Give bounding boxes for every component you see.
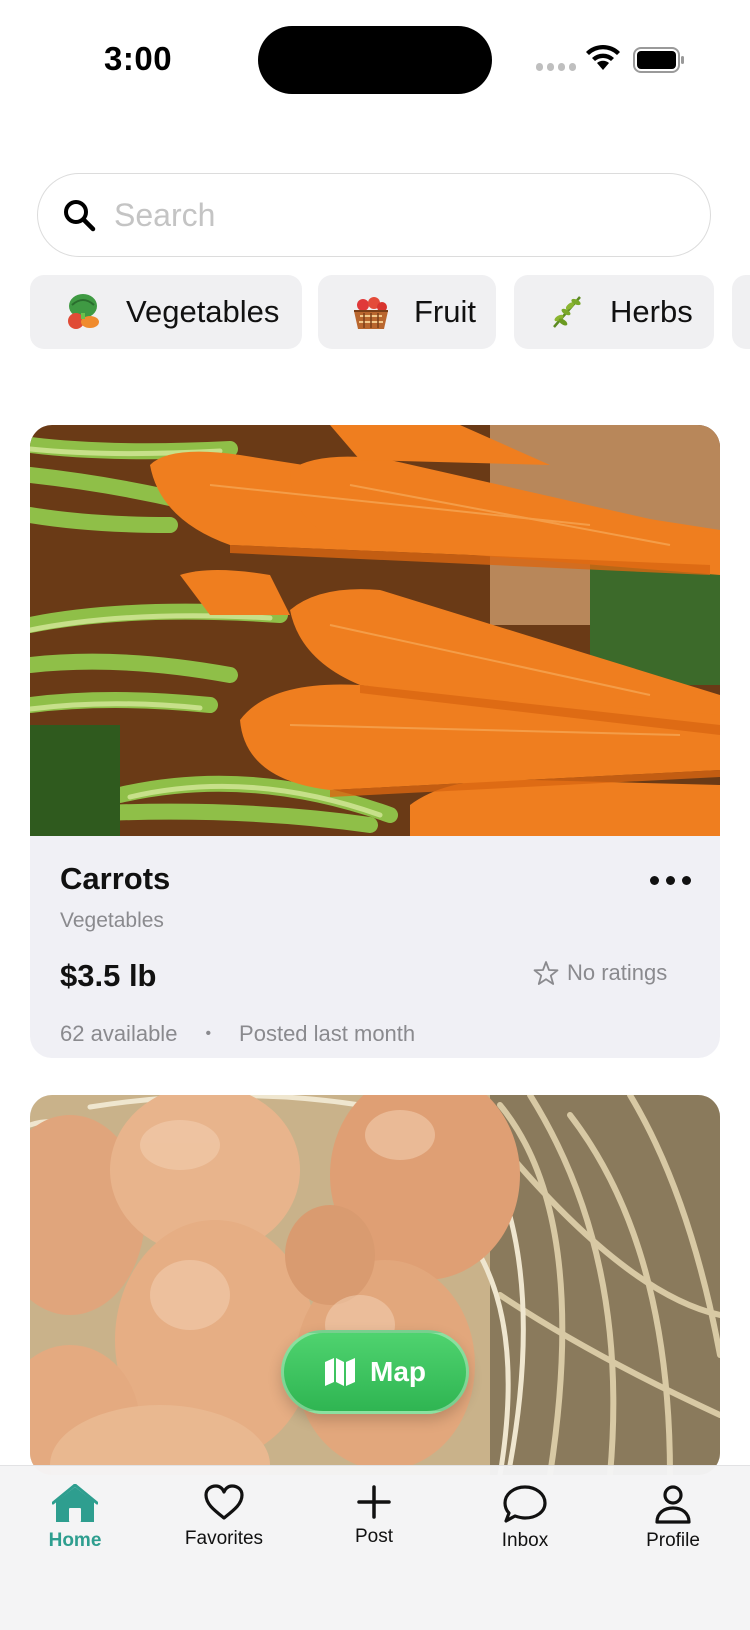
listing-rating: No ratings xyxy=(533,960,667,986)
vegetables-icon xyxy=(68,294,99,329)
eggs-photo xyxy=(30,1095,720,1475)
chip-vegetables[interactable]: Vegetables xyxy=(30,275,302,349)
map-button-label: Map xyxy=(370,1356,426,1387)
tab-favorites[interactable]: Favorites xyxy=(164,1484,284,1550)
chat-bubble-icon xyxy=(503,1485,547,1523)
chip-label: Vegetables xyxy=(126,294,280,329)
tab-home[interactable]: Home xyxy=(15,1484,135,1552)
wifi-icon xyxy=(586,44,620,70)
herbs-icon xyxy=(553,296,581,328)
chip-label: Fruit xyxy=(414,294,476,329)
battery-icon xyxy=(633,47,684,73)
chip-label: Herbs xyxy=(610,294,693,329)
tab-label: Home xyxy=(48,1530,102,1551)
person-icon xyxy=(655,1485,691,1524)
heart-icon xyxy=(204,1484,244,1520)
tab-bar: Home Favorites Post Inbox Profile xyxy=(0,1465,750,1630)
app-screen: 3:00 Vegetables xyxy=(0,0,750,1630)
listing-meta: 62 available • Posted last month xyxy=(60,1021,415,1047)
search-input[interactable] xyxy=(112,174,676,257)
listing-category: Vegetables xyxy=(60,909,164,932)
rating-text: No ratings xyxy=(567,960,668,985)
tab-label: Post xyxy=(354,1526,394,1547)
plus-icon xyxy=(357,1485,391,1519)
more-options-icon[interactable] xyxy=(650,871,694,889)
listing-title: Carrots xyxy=(60,861,171,896)
category-chips: Vegetables Fruit Herbs xyxy=(30,275,750,349)
listing-posted: Posted last month xyxy=(239,1021,416,1046)
star-icon xyxy=(533,961,559,985)
chip-herbs[interactable]: Herbs xyxy=(514,275,714,349)
listing-price: $3.5 lb xyxy=(60,958,157,993)
search-bar[interactable] xyxy=(37,173,711,257)
chip-fruit[interactable]: Fruit xyxy=(318,275,496,349)
listing-card[interactable] xyxy=(30,1095,720,1475)
chip-more[interactable] xyxy=(732,275,750,349)
tab-inbox[interactable]: Inbox xyxy=(465,1484,585,1552)
search-icon xyxy=(64,200,96,232)
tab-label: Favorites xyxy=(184,1528,264,1549)
fruit-basket-icon xyxy=(354,297,388,329)
cellular-signal-icon xyxy=(536,63,576,71)
tab-profile[interactable]: Profile xyxy=(613,1484,733,1552)
listing-available: 62 available xyxy=(60,1021,178,1046)
status-time: 3:00 xyxy=(104,40,173,77)
dynamic-island xyxy=(258,26,492,94)
tab-label: Inbox xyxy=(501,1530,549,1551)
carrots-photo xyxy=(30,425,720,836)
meta-separator: • xyxy=(205,1025,212,1042)
map-icon xyxy=(325,1358,355,1386)
listing-card[interactable]: Carrots Vegetables $3.5 lb No ratings 62… xyxy=(30,425,720,1058)
home-icon xyxy=(52,1484,98,1522)
tab-post[interactable]: Post xyxy=(314,1484,434,1548)
tab-label: Profile xyxy=(646,1530,700,1551)
map-button[interactable]: Map xyxy=(281,1330,469,1414)
